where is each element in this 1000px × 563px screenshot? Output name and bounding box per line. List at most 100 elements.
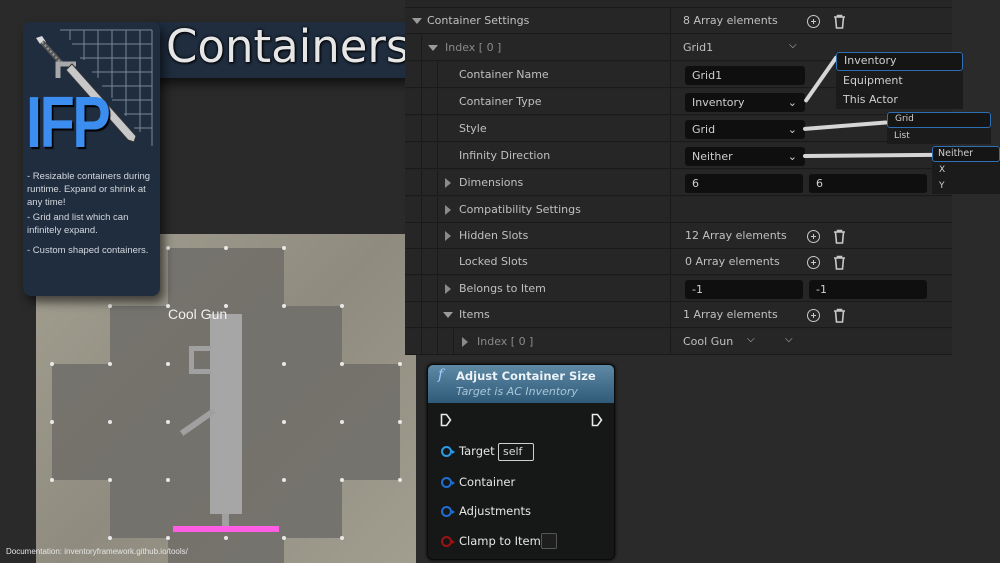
option-x[interactable]: X (932, 162, 1000, 178)
grid-vertex-dot (224, 246, 228, 250)
grid-vertex-dot (50, 362, 54, 366)
feature-text-custom-shape: - Custom shaped containers. (27, 245, 149, 256)
property-label: Container Type (459, 95, 542, 108)
container-name-input[interactable]: Grid1 (685, 66, 805, 85)
clamp-to-items-checkbox[interactable] (541, 533, 557, 549)
trash-icon[interactable] (833, 229, 846, 244)
chevron-down-icon[interactable]: ⌵ (747, 334, 755, 345)
belongs-y-input[interactable]: -1 (809, 280, 927, 299)
adjustments-pin-icon[interactable] (441, 506, 455, 517)
grid-vertex-dot (50, 478, 54, 482)
expand-arrow-icon[interactable] (445, 205, 451, 215)
grid-vertex-dot (166, 362, 170, 366)
grid-vertex-dot (398, 362, 402, 366)
grid-vertex-dot (108, 304, 112, 308)
option-y[interactable]: Y (932, 178, 1000, 194)
container-pin-icon[interactable] (441, 477, 455, 488)
option-neither[interactable]: Neither (932, 146, 1000, 162)
item-value: Cool Gun (683, 335, 734, 348)
grid-vertex-dot (398, 420, 402, 424)
grid-vertex-dot (340, 304, 344, 308)
exec-input-pin-icon[interactable] (440, 413, 452, 427)
expand-arrow-icon[interactable] (445, 178, 451, 188)
infinity-direction-dropdown[interactable]: Neither ⌄ (685, 147, 805, 166)
row-style: Style Grid ⌄ (405, 116, 952, 142)
option-this-actor[interactable]: This Actor (836, 90, 963, 109)
property-label: Dimensions (459, 176, 524, 189)
property-label: Items (459, 308, 490, 321)
grid-vertex-dot (282, 362, 286, 366)
trash-icon[interactable] (833, 14, 846, 29)
expand-arrow-icon[interactable] (462, 337, 468, 347)
function-icon: f (438, 367, 444, 383)
blueprint-node-adjust-container-size[interactable]: f Adjust Container Size Target is AC Inv… (427, 364, 615, 560)
grid-vertex-dot (50, 420, 54, 424)
option-equipment[interactable]: Equipment (836, 71, 963, 90)
container-type-options: Inventory Equipment This Actor (836, 52, 963, 109)
row-hidden-slots: Hidden Slots 12 Array elements (405, 223, 952, 249)
property-label: Locked Slots (459, 255, 528, 268)
dimension-x-input[interactable]: 6 (685, 174, 803, 193)
gun-body[interactable] (210, 314, 242, 514)
expand-arrow-icon[interactable] (445, 284, 451, 294)
grid-vertex-dot (108, 536, 112, 540)
add-element-icon[interactable] (807, 309, 820, 322)
trash-icon[interactable] (833, 255, 846, 270)
target-default-input[interactable]: self (498, 443, 534, 461)
target-pin-icon[interactable] (441, 446, 455, 457)
row-belongs-to-item: Belongs to Item -1 -1 (405, 276, 952, 302)
grid-vertex-dot (166, 478, 170, 482)
property-label: Compatibility Settings (459, 203, 581, 216)
grid-vertex-dot (282, 304, 286, 308)
pin-label-adjustments: Adjustments (459, 504, 532, 518)
chevron-down-icon: ⌄ (787, 123, 797, 136)
trash-icon[interactable] (833, 308, 846, 323)
option-inventory[interactable]: Inventory (836, 52, 963, 71)
dropdown-value: Neither (692, 150, 733, 163)
clamp-pin-icon[interactable] (441, 536, 455, 547)
add-element-icon[interactable] (807, 256, 820, 269)
add-element-icon[interactable] (807, 15, 820, 28)
row-container-settings: Container Settings 8 Array elements (405, 8, 952, 34)
grid-vertex-dot (340, 536, 344, 540)
chevron-down-icon[interactable]: ⌵ (789, 40, 797, 51)
collapse-arrow-icon[interactable] (428, 45, 438, 51)
node-subtitle: Target is AC Inventory (456, 385, 578, 398)
option-list[interactable]: List (887, 128, 991, 144)
collapse-arrow-icon[interactable] (412, 18, 422, 24)
belongs-x-input[interactable]: -1 (685, 280, 803, 299)
add-element-icon[interactable] (807, 230, 820, 243)
grid-vertex-dot (108, 362, 112, 366)
chevron-down-icon: ⌄ (787, 96, 797, 109)
gun-scope (189, 346, 211, 374)
logo-text: IFP (26, 83, 111, 163)
grid-vertex-dot (398, 478, 402, 482)
grid-vertex-dot (340, 478, 344, 482)
node-header[interactable]: f Adjust Container Size Target is AC Inv… (428, 365, 614, 403)
grid-vertex-dot (282, 420, 286, 424)
property-label: Index [ 0 ] (445, 41, 502, 54)
array-count: 1 Array elements (683, 308, 778, 321)
property-label: Hidden Slots (459, 229, 529, 242)
index-value: Grid1 (683, 41, 714, 54)
pin-label-clamp: Clamp to Items (459, 534, 547, 548)
grid-vertex-dot (166, 246, 170, 250)
expand-arrow-icon[interactable] (445, 231, 451, 241)
exec-output-pin-icon[interactable] (591, 413, 603, 427)
chevron-down-icon[interactable]: ⌵ (785, 334, 793, 345)
documentation-link[interactable]: Documentation: inventoryframework.github… (6, 547, 188, 556)
container-type-dropdown[interactable]: Inventory ⌄ (685, 93, 805, 112)
item-highlight-bar (173, 526, 279, 532)
page-title: Containers (166, 20, 410, 73)
option-grid[interactable]: Grid (887, 112, 991, 128)
row-locked-slots: Locked Slots 0 Array elements (405, 249, 952, 275)
grid-vertex-dot (108, 478, 112, 482)
node-title: Adjust Container Size (456, 369, 596, 383)
dimension-y-input[interactable]: 6 (809, 174, 927, 193)
feature-text-grid-list: - Grid and list which can infinitely exp… (27, 212, 129, 236)
style-options: Grid List (887, 112, 991, 144)
style-dropdown[interactable]: Grid ⌄ (685, 120, 805, 139)
row-items: Items 1 Array elements (405, 302, 952, 328)
array-count: 12 Array elements (685, 229, 787, 242)
collapse-arrow-icon[interactable] (443, 312, 453, 318)
